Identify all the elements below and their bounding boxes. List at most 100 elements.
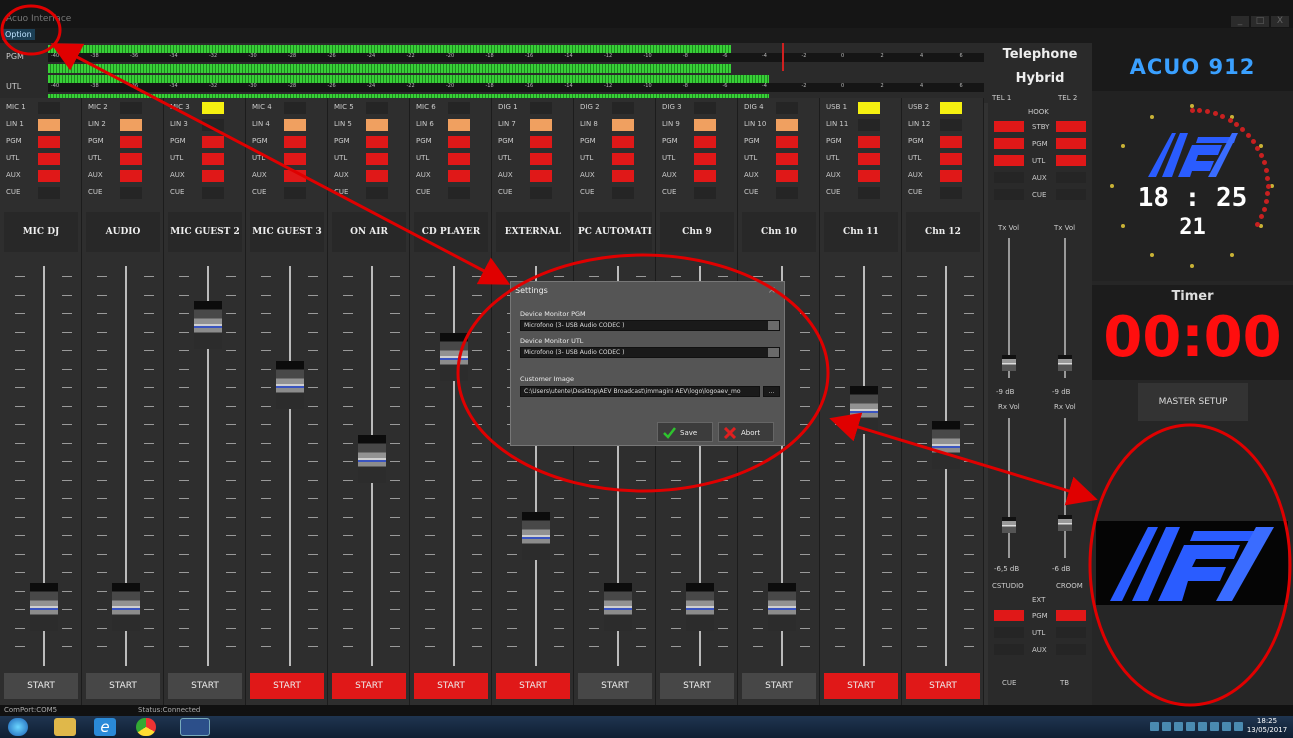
route-toggle[interactable] [940, 170, 962, 182]
route-toggle[interactable] [612, 170, 634, 182]
taskbar-clock[interactable]: 18:25 13/05/2017 [1245, 717, 1289, 735]
channel-fader[interactable] [194, 301, 222, 350]
route-toggle[interactable] [940, 136, 962, 148]
start-button[interactable]: START [660, 673, 734, 699]
route-toggle[interactable] [940, 102, 962, 114]
tel2-route-toggle[interactable] [1056, 155, 1086, 166]
route-toggle[interactable] [38, 102, 60, 114]
route-toggle[interactable] [858, 187, 880, 199]
start-button[interactable]: START [332, 673, 406, 699]
route-toggle[interactable] [366, 119, 388, 131]
start-button[interactable]: START [578, 673, 652, 699]
tel1-route-toggle[interactable] [994, 189, 1024, 200]
route-toggle[interactable] [612, 187, 634, 199]
route-toggle[interactable] [940, 187, 962, 199]
studio-route-toggle[interactable] [994, 610, 1024, 621]
channel-fader[interactable] [112, 582, 140, 631]
route-toggle[interactable] [448, 170, 470, 182]
browse-button[interactable]: ... [763, 386, 780, 397]
save-button[interactable]: Save [657, 422, 713, 442]
route-toggle[interactable] [530, 170, 552, 182]
route-toggle[interactable] [366, 136, 388, 148]
route-toggle[interactable] [530, 187, 552, 199]
route-toggle[interactable] [858, 102, 880, 114]
route-toggle[interactable] [858, 136, 880, 148]
tray-icon[interactable] [1186, 722, 1195, 731]
settings-close-button[interactable]: × [768, 282, 776, 300]
chrome-icon[interactable] [136, 718, 156, 736]
route-toggle[interactable] [284, 187, 306, 199]
explorer-icon[interactable] [54, 718, 76, 736]
tray-icon[interactable] [1210, 722, 1219, 731]
start-button[interactable]: START [4, 673, 78, 699]
start-orb-icon[interactable] [8, 718, 28, 736]
route-toggle[interactable] [612, 153, 634, 165]
maximize-button[interactable]: □ [1251, 16, 1269, 27]
studio-route-toggle[interactable] [994, 627, 1024, 638]
channel-fader[interactable] [686, 582, 714, 631]
route-toggle[interactable] [776, 170, 798, 182]
channel-fader[interactable] [604, 582, 632, 631]
route-toggle[interactable] [38, 170, 60, 182]
route-toggle[interactable] [120, 102, 142, 114]
route-toggle[interactable] [448, 187, 470, 199]
route-toggle[interactable] [120, 187, 142, 199]
route-toggle[interactable] [448, 102, 470, 114]
tray-icon[interactable] [1174, 722, 1183, 731]
tel1-route-toggle[interactable] [994, 155, 1024, 166]
route-toggle[interactable] [530, 119, 552, 131]
route-toggle[interactable] [284, 170, 306, 182]
route-toggle[interactable] [120, 170, 142, 182]
route-toggle[interactable] [202, 187, 224, 199]
start-button[interactable]: START [496, 673, 570, 699]
route-toggle[interactable] [284, 136, 306, 148]
route-toggle[interactable] [776, 153, 798, 165]
start-button[interactable]: START [414, 673, 488, 699]
abort-button[interactable]: Abort [718, 422, 774, 442]
route-toggle[interactable] [694, 136, 716, 148]
route-toggle[interactable] [38, 153, 60, 165]
route-toggle[interactable] [202, 170, 224, 182]
route-toggle[interactable] [448, 136, 470, 148]
close-button[interactable]: X [1271, 16, 1289, 27]
route-toggle[interactable] [858, 119, 880, 131]
route-toggle[interactable] [940, 119, 962, 131]
route-toggle[interactable] [38, 136, 60, 148]
route-toggle[interactable] [202, 136, 224, 148]
route-toggle[interactable] [776, 119, 798, 131]
start-button[interactable]: START [168, 673, 242, 699]
pgm-device-select[interactable]: Microfono (3- USB Audio CODEC ) [520, 320, 780, 331]
option-menu[interactable]: Option [2, 29, 35, 40]
route-toggle[interactable] [284, 119, 306, 131]
tray-icon[interactable] [1162, 722, 1171, 731]
customer-image-path[interactable]: C:\Users\utente\Desktop\AEV Broadcast\im… [520, 386, 760, 397]
volume-icon[interactable] [1234, 722, 1243, 731]
tray-icon[interactable] [1150, 722, 1159, 731]
route-toggle[interactable] [366, 153, 388, 165]
route-toggle[interactable] [694, 102, 716, 114]
tel1-route-toggle[interactable] [994, 121, 1024, 132]
minimize-button[interactable]: _ [1231, 16, 1249, 27]
route-toggle[interactable] [38, 187, 60, 199]
route-toggle[interactable] [202, 119, 224, 131]
internet-explorer-icon[interactable]: e [94, 718, 116, 736]
utl-device-select[interactable]: Microfono (3- USB Audio CODEC ) [520, 347, 780, 358]
tel1-route-toggle[interactable] [994, 138, 1024, 149]
channel-fader[interactable] [358, 434, 386, 483]
route-toggle[interactable] [694, 187, 716, 199]
route-toggle[interactable] [694, 170, 716, 182]
route-toggle[interactable] [366, 187, 388, 199]
route-toggle[interactable] [612, 119, 634, 131]
route-toggle[interactable] [776, 136, 798, 148]
channel-fader[interactable] [522, 512, 550, 561]
route-toggle[interactable] [202, 153, 224, 165]
rx-right-fader[interactable] [1058, 515, 1072, 531]
rx-left-fader[interactable] [1002, 517, 1016, 533]
channel-fader[interactable] [932, 420, 960, 469]
studio-route-toggle[interactable] [994, 644, 1024, 655]
start-button[interactable]: START [250, 673, 324, 699]
route-toggle[interactable] [38, 119, 60, 131]
acuo-taskbar-icon[interactable] [180, 718, 210, 736]
tx-right-fader[interactable] [1058, 355, 1072, 371]
croom-route-toggle[interactable] [1056, 627, 1086, 638]
